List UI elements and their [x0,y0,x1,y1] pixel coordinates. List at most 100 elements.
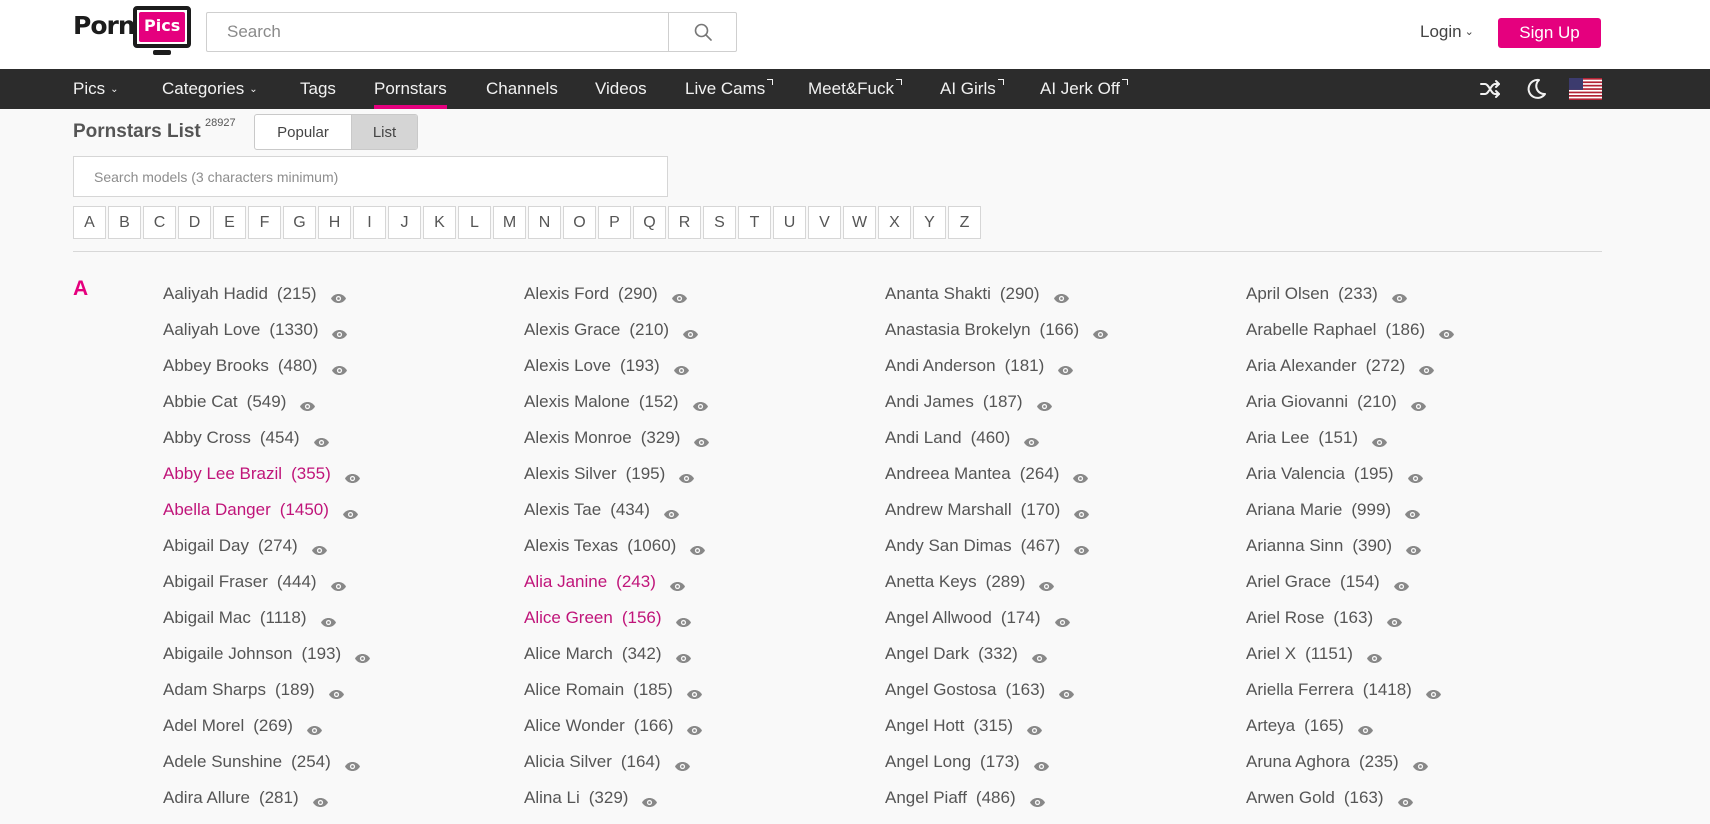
model-name-link[interactable]: Alice March [524,644,613,664]
model-name-link[interactable]: Adel Morel [163,716,244,736]
model-name-link[interactable]: Andi Anderson [885,356,996,376]
eye-icon[interactable] [331,325,348,339]
model-name-link[interactable]: Abigail Fraser [163,572,268,592]
letter-button-r[interactable]: R [668,206,701,239]
model-list-item[interactable]: Anastasia Brokelyn (166) [885,312,1109,348]
model-list-item[interactable]: Alexis Love (193) [524,348,710,384]
model-list-item[interactable]: Alexis Silver (195) [524,456,710,492]
eye-icon[interactable] [674,757,691,771]
model-list-item[interactable]: Aruna Aghora (235) [1246,744,1455,780]
letter-button-d[interactable]: D [178,206,211,239]
model-list-item[interactable]: Angel Hott (315) [885,708,1109,744]
model-name-link[interactable]: Adele Sunshine [163,752,282,772]
toggle-popular[interactable]: Popular [255,115,351,149]
eye-icon[interactable] [1038,577,1055,591]
model-list-item[interactable]: Abigail Mac (1118) [163,600,371,636]
model-list-item[interactable]: Abby Lee Brazil (355) [163,456,371,492]
letter-button-u[interactable]: U [773,206,806,239]
model-list-item[interactable]: Alicia Silver (164) [524,744,710,780]
model-name-link[interactable]: Angel Long [885,752,971,772]
model-list-item[interactable]: Aria Alexander (272) [1246,348,1455,384]
eye-icon[interactable] [344,757,361,771]
model-list-item[interactable]: Ananta Shakti (290) [885,276,1109,312]
model-name-link[interactable]: Alexis Monroe [524,428,632,448]
model-name-link[interactable]: Anetta Keys [885,572,977,592]
model-name-link[interactable]: Ariel Rose [1246,608,1324,628]
eye-icon[interactable] [686,721,703,735]
site-logo[interactable]: Porn Pics [73,2,195,58]
model-name-link[interactable]: Abigail Mac [163,608,251,628]
eye-icon[interactable] [689,541,706,555]
nav-pics[interactable]: Pics ⌄ [73,69,119,109]
model-list-item[interactable]: Alina Li (329) [524,780,710,816]
model-list-item[interactable]: Angel Dark (332) [885,636,1109,672]
letter-button-o[interactable]: O [563,206,596,239]
letter-button-y[interactable]: Y [913,206,946,239]
letter-button-j[interactable]: J [388,206,421,239]
eye-icon[interactable] [1036,397,1053,411]
letter-button-p[interactable]: P [598,206,631,239]
model-list-item[interactable]: Alexis Malone (152) [524,384,710,420]
model-name-link[interactable]: Angel Piaff [885,788,967,808]
eye-icon[interactable] [1366,649,1383,663]
eye-icon[interactable] [1057,361,1074,375]
model-list-item[interactable]: Alice Green (156) [524,600,710,636]
model-name-link[interactable]: Alexis Malone [524,392,630,412]
model-name-link[interactable]: Ariana Marie [1246,500,1342,520]
model-name-link[interactable]: Ananta Shakti [885,284,991,304]
nav-pornstars[interactable]: Pornstars [374,69,447,109]
model-name-link[interactable]: Aaliyah Hadid [163,284,268,304]
letter-button-l[interactable]: L [458,206,491,239]
model-list-item[interactable]: Ariella Ferrera (1418) [1246,672,1455,708]
shuffle-icon[interactable] [1478,77,1502,101]
eye-icon[interactable] [1438,325,1455,339]
model-list-item[interactable]: Abigail Day (274) [163,528,371,564]
eye-icon[interactable] [1073,505,1090,519]
nav-tags[interactable]: Tags [300,69,336,109]
eye-icon[interactable] [692,397,709,411]
eye-icon[interactable] [1029,793,1046,807]
eye-icon[interactable] [1073,541,1090,555]
model-name-link[interactable]: Andrew Marshall [885,500,1012,520]
search-input[interactable] [207,13,668,51]
model-name-link[interactable]: Abella Danger [163,500,271,520]
eye-icon[interactable] [344,469,361,483]
model-name-link[interactable]: Alexis Texas [524,536,618,556]
eye-icon[interactable] [1072,469,1089,483]
eye-icon[interactable] [1397,793,1414,807]
model-name-link[interactable]: Adam Sharps [163,680,266,700]
model-name-link[interactable]: Aria Lee [1246,428,1309,448]
model-list-item[interactable]: Aaliyah Hadid (215) [163,276,371,312]
eye-icon[interactable] [328,685,345,699]
model-list-item[interactable]: April Olsen (233) [1246,276,1455,312]
model-list-item[interactable]: Adele Sunshine (254) [163,744,371,780]
nav-categories[interactable]: Categories ⌄ [162,69,258,109]
model-name-link[interactable]: Alexis Ford [524,284,609,304]
model-list-item[interactable]: Arwen Gold (163) [1246,780,1455,816]
toggle-list[interactable]: List [351,115,417,149]
model-list-item[interactable]: Angel Long (173) [885,744,1109,780]
nav-ai-jerk-off[interactable]: AI Jerk Off [1040,69,1128,109]
eye-icon[interactable] [1054,613,1071,627]
model-list-item[interactable]: Aria Giovanni (210) [1246,384,1455,420]
model-name-link[interactable]: Abbie Cat [163,392,238,412]
model-list-item[interactable]: Alexis Texas (1060) [524,528,710,564]
model-name-link[interactable]: Alexis Grace [524,320,620,340]
model-name-link[interactable]: Arabelle Raphael [1246,320,1376,340]
model-name-link[interactable]: Alice Romain [524,680,624,700]
model-name-link[interactable]: Andi Land [885,428,962,448]
model-name-link[interactable]: Anastasia Brokelyn [885,320,1031,340]
eye-icon[interactable] [342,505,359,519]
model-name-link[interactable]: Arianna Sinn [1246,536,1343,556]
model-name-link[interactable]: Ariella Ferrera [1246,680,1354,700]
nav-videos[interactable]: Videos [595,69,647,109]
eye-icon[interactable] [1026,721,1043,735]
model-list-item[interactable]: Adel Morel (269) [163,708,371,744]
model-name-link[interactable]: Alice Green [524,608,613,628]
letter-button-h[interactable]: H [318,206,351,239]
model-name-link[interactable]: Alexis Tae [524,500,601,520]
model-list-item[interactable]: Aaliyah Love (1330) [163,312,371,348]
letter-button-v[interactable]: V [808,206,841,239]
model-list-item[interactable]: Alexis Grace (210) [524,312,710,348]
eye-icon[interactable] [693,433,710,447]
